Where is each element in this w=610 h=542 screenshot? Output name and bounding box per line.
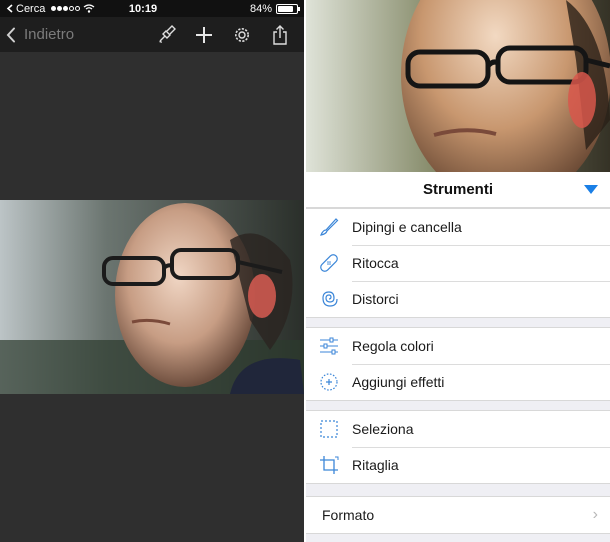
battery-icon bbox=[276, 3, 300, 14]
photo-preview[interactable] bbox=[0, 200, 304, 394]
tool-group-selection: Seleziona Ritaglia bbox=[306, 410, 610, 484]
signal-strength-icon bbox=[51, 6, 81, 11]
spiral-icon bbox=[306, 288, 352, 310]
back-to-app-icon[interactable] bbox=[6, 4, 13, 13]
format-row[interactable]: Formato › bbox=[306, 497, 610, 533]
tool-item-add-effects[interactable]: Aggiungi effetti bbox=[306, 364, 610, 400]
tool-item-crop[interactable]: Ritaglia bbox=[306, 447, 610, 483]
tool-item-retouch[interactable]: Ritocca bbox=[306, 245, 610, 281]
effects-icon bbox=[306, 371, 352, 393]
tool-item-distort[interactable]: Distorci bbox=[306, 281, 610, 317]
tool-item-select[interactable]: Seleziona bbox=[306, 411, 610, 447]
tool-group-adjust: Regola colori Aggiungi effetti bbox=[306, 327, 610, 401]
tool-label: Ritocca bbox=[352, 255, 399, 271]
selection-icon bbox=[306, 418, 352, 440]
carrier-label[interactable]: Cerca bbox=[16, 3, 45, 15]
battery-percent: 84% bbox=[249, 2, 272, 15]
wifi-icon bbox=[83, 4, 95, 13]
format-label: Formato bbox=[322, 507, 375, 523]
status-bar: Cerca 10:19 84% bbox=[0, 0, 304, 17]
chevron-left-icon bbox=[6, 27, 15, 42]
share-icon[interactable] bbox=[268, 23, 292, 47]
chevron-right-icon: › bbox=[592, 506, 598, 523]
nav-bar: Indietro bbox=[0, 17, 304, 52]
collapse-panel-icon[interactable] bbox=[584, 185, 598, 194]
tools-screen: Strumenti Dipingi e cancella Ritocca Dis… bbox=[306, 0, 610, 542]
tool-label: Aggiungi effetti bbox=[352, 374, 445, 390]
bandage-icon bbox=[306, 252, 352, 274]
sliders-icon bbox=[306, 335, 352, 357]
format-group: Formato › bbox=[306, 496, 610, 534]
status-right: 84% bbox=[188, 2, 300, 15]
tool-label: Dipingi e cancella bbox=[352, 219, 462, 235]
status-time: 10:19 bbox=[128, 2, 158, 15]
photo-preview-zoomed[interactable] bbox=[306, 0, 610, 172]
tools-panel: Strumenti Dipingi e cancella Ritocca Dis… bbox=[306, 172, 610, 542]
tools-panel-title: Strumenti bbox=[422, 181, 493, 198]
back-button[interactable]: Indietro bbox=[6, 26, 74, 43]
crop-icon bbox=[306, 454, 352, 476]
brush-icon[interactable] bbox=[154, 23, 178, 47]
plus-icon[interactable] bbox=[192, 23, 216, 47]
tool-item-paint-erase[interactable]: Dipingi e cancella bbox=[306, 209, 610, 245]
tool-group-painting: Dipingi e cancella Ritocca Distorci bbox=[306, 208, 610, 318]
paintbrush-icon bbox=[306, 216, 352, 238]
tool-item-adjust-colors[interactable]: Regola colori bbox=[306, 328, 610, 364]
back-label: Indietro bbox=[24, 26, 75, 43]
tools-panel-header: Strumenti bbox=[306, 172, 610, 208]
tool-label: Seleziona bbox=[352, 421, 414, 437]
tool-label: Regola colori bbox=[352, 338, 434, 354]
settings-icon[interactable] bbox=[230, 23, 254, 47]
editing-canvas[interactable] bbox=[0, 52, 304, 542]
tool-label: Ritaglia bbox=[352, 457, 399, 473]
editor-screen: Cerca 10:19 84% Indietro bbox=[0, 0, 304, 542]
nav-actions bbox=[154, 23, 298, 47]
tool-label: Distorci bbox=[352, 291, 399, 307]
